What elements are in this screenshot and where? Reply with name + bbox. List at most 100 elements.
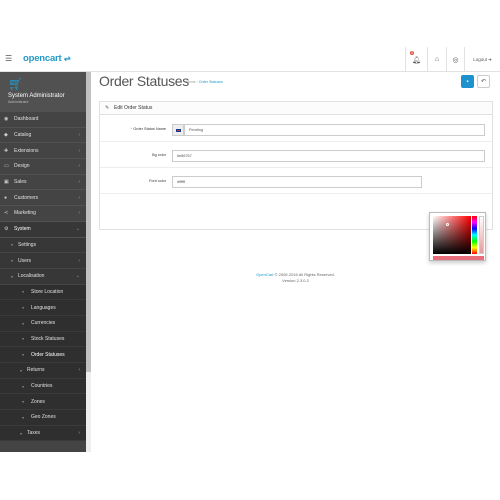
font-color-row: Font color #ffffff <box>100 168 492 194</box>
sidebar-item-label: Store Location <box>31 288 64 295</box>
monitor-icon: ▭ <box>4 163 9 170</box>
chevron-right-icon: › <box>78 210 80 217</box>
sign-out-icon: ➜ <box>487 56 492 62</box>
save-icon: ▪ <box>466 78 469 85</box>
bell-icon: 🔔︎ <box>412 56 421 64</box>
chevron-right-icon: › <box>78 257 80 264</box>
profile-name: System Administrator <box>8 93 65 99</box>
language-flag-icon <box>172 124 184 136</box>
help-button[interactable]: ◎ <box>446 47 464 72</box>
sidebar-item-label: Returns <box>27 367 45 374</box>
sidebar-item-marketing[interactable]: ≺ Marketing › <box>0 206 86 222</box>
sidebar-item-extensions[interactable]: ✚ Extensions › <box>0 143 86 160</box>
footer: OpenCart © 2009-2016 All Rights Reserved… <box>91 272 500 284</box>
footer-version: Version 2.3.0.2 <box>282 278 309 283</box>
sidebar-item-label: Sales <box>14 179 27 186</box>
sidebar-item-stock-statuses[interactable]: » Stock Statuses <box>0 331 86 348</box>
puzzle-icon: ✚ <box>4 147 9 154</box>
font-color-label: Font color <box>149 179 166 183</box>
sidebar-item-label: Currencies <box>31 320 56 327</box>
user-profile[interactable]: 🛒︎ System Administrator Administrator <box>0 72 86 112</box>
edit-panel: ✎ Edit Order Status * Order Status Name … <box>99 101 493 230</box>
sidebar-nav: ◉ Dashboard ◆ Catalog › ✚ Extensions › ▭ Desig… <box>0 112 86 442</box>
home-icon: ⌂ <box>434 56 440 63</box>
sidebar-item-catalog[interactable]: ◆ Catalog › <box>0 128 86 144</box>
opencart-logo[interactable]: opencart ⇌ <box>23 53 71 64</box>
gear-icon: ⚙ <box>4 226 9 233</box>
tag-icon: ◆ <box>4 132 8 139</box>
sidebar-item-returns[interactable]: » Returns › <box>0 363 86 379</box>
bullet-icon: » <box>22 352 25 358</box>
breadcrumb-separator: › <box>196 80 198 84</box>
chevron-down-icon: ⌄ <box>75 273 80 280</box>
sidebar-item-sales[interactable]: ▣ Sales › <box>0 175 86 191</box>
sidebar-item-label: System <box>14 226 31 233</box>
footer-copyright: © 2009-2016 All Rights Reserved. <box>274 272 335 277</box>
sidebar-item-users[interactable]: » Users › <box>0 253 86 269</box>
sidebar-item-design[interactable]: ▭ Design › <box>0 159 86 175</box>
bullet-icon: » <box>22 289 25 295</box>
sidebar-item-label: Countries <box>31 383 53 390</box>
sidebar-item-customers[interactable]: ● Customers › <box>0 190 86 207</box>
color-preview <box>433 256 484 260</box>
sidebar-item-order-statuses[interactable]: » Order Statuses <box>0 347 86 363</box>
top-header: ☰ opencart ⇌ 3 🔔︎ ⌂ ◎ Logout ➜ <box>0 47 500 72</box>
sidebar-item-countries[interactable]: » Countries <box>0 378 86 395</box>
save-button[interactable]: ▪ <box>461 75 474 88</box>
cart-icon: ⇌ <box>63 54 71 63</box>
app-frame: ☰ opencart ⇌ 3 🔔︎ ⌂ ◎ Logout ➜ 🛒︎ System … <box>0 47 500 452</box>
saturation-area[interactable] <box>433 216 471 254</box>
sidebar-item-geo-zones[interactable]: » Geo Zones <box>0 410 86 426</box>
logout-button[interactable]: Logout ➜ <box>464 47 500 72</box>
sidebar-item-system[interactable]: ⚙ System ⌄ <box>0 221 86 238</box>
back-button[interactable]: ↶ <box>477 75 490 88</box>
bullet-icon: » <box>22 383 25 389</box>
footer-brand-link[interactable]: OpenCart <box>256 272 273 277</box>
breadcrumb-home[interactable]: Home <box>186 80 196 84</box>
chevron-right-icon: › <box>78 194 80 201</box>
panel-heading: ✎ Edit Order Status <box>100 102 492 115</box>
sidebar-item-languages[interactable]: » Languages <box>0 300 86 316</box>
profile-role: Administrator <box>8 100 29 104</box>
bg-color-label: Bg color <box>152 153 166 157</box>
sidebar-item-store-location[interactable]: » Store Location <box>0 284 86 301</box>
menu-toggle-icon[interactable]: ☰ <box>5 55 13 63</box>
sidebar-item-label: Localisation <box>18 273 45 280</box>
chevron-right-icon: › <box>78 132 80 139</box>
bullet-icon: » <box>22 336 25 342</box>
breadcrumb: Home › Order Statuses <box>186 80 223 84</box>
font-color-input[interactable]: #ffffff <box>172 176 422 188</box>
panel-title: Edit Order Status <box>114 105 153 111</box>
saturation-handle[interactable] <box>446 223 449 226</box>
sidebar-item-label: Taxes <box>27 430 41 437</box>
chevron-right-icon: › <box>78 147 80 154</box>
sidebar-item-dashboard[interactable]: ◉ Dashboard <box>0 112 86 128</box>
alerts-button[interactable]: 3 🔔︎ <box>405 47 427 72</box>
share-icon: ≺ <box>4 210 9 217</box>
alpha-slider[interactable] <box>479 216 484 254</box>
sidebar-item-label: Stock Statuses <box>31 335 65 342</box>
sidebar-item-label: Design <box>14 163 30 170</box>
alert-count-badge: 3 <box>410 51 414 55</box>
home-button[interactable]: ⌂ <box>427 47 446 72</box>
cart-icon: ▣ <box>4 179 9 186</box>
sidebar-item-localisation[interactable]: » Localisation ⌄ <box>0 268 86 285</box>
bullet-icon: » <box>20 430 23 436</box>
sidebar-item-zones[interactable]: » Zones <box>0 394 86 411</box>
sidebar-item-label: Order Statuses <box>31 351 65 358</box>
bullet-icon: » <box>11 258 14 264</box>
order-status-name-label: * Order Status Name <box>130 127 166 131</box>
breadcrumb-current[interactable]: Order Statuses <box>199 80 223 84</box>
hue-slider[interactable] <box>472 216 477 254</box>
bullet-icon: » <box>11 242 14 248</box>
sidebar-item-label: Customers <box>14 194 39 201</box>
bullet-icon: » <box>22 414 25 420</box>
bg-color-input[interactable]: #e86767 <box>172 150 485 162</box>
sidebar-item-currencies[interactable]: » Currencies <box>0 315 86 332</box>
order-status-name-input[interactable]: Pending <box>184 124 485 136</box>
dashboard-icon: ◉ <box>4 116 9 123</box>
user-icon: ● <box>4 194 8 201</box>
sidebar-item-taxes[interactable]: » Taxes › <box>0 425 86 442</box>
sidebar-item-settings[interactable]: » Settings <box>0 237 86 254</box>
chevron-down-icon: ⌄ <box>75 226 80 233</box>
